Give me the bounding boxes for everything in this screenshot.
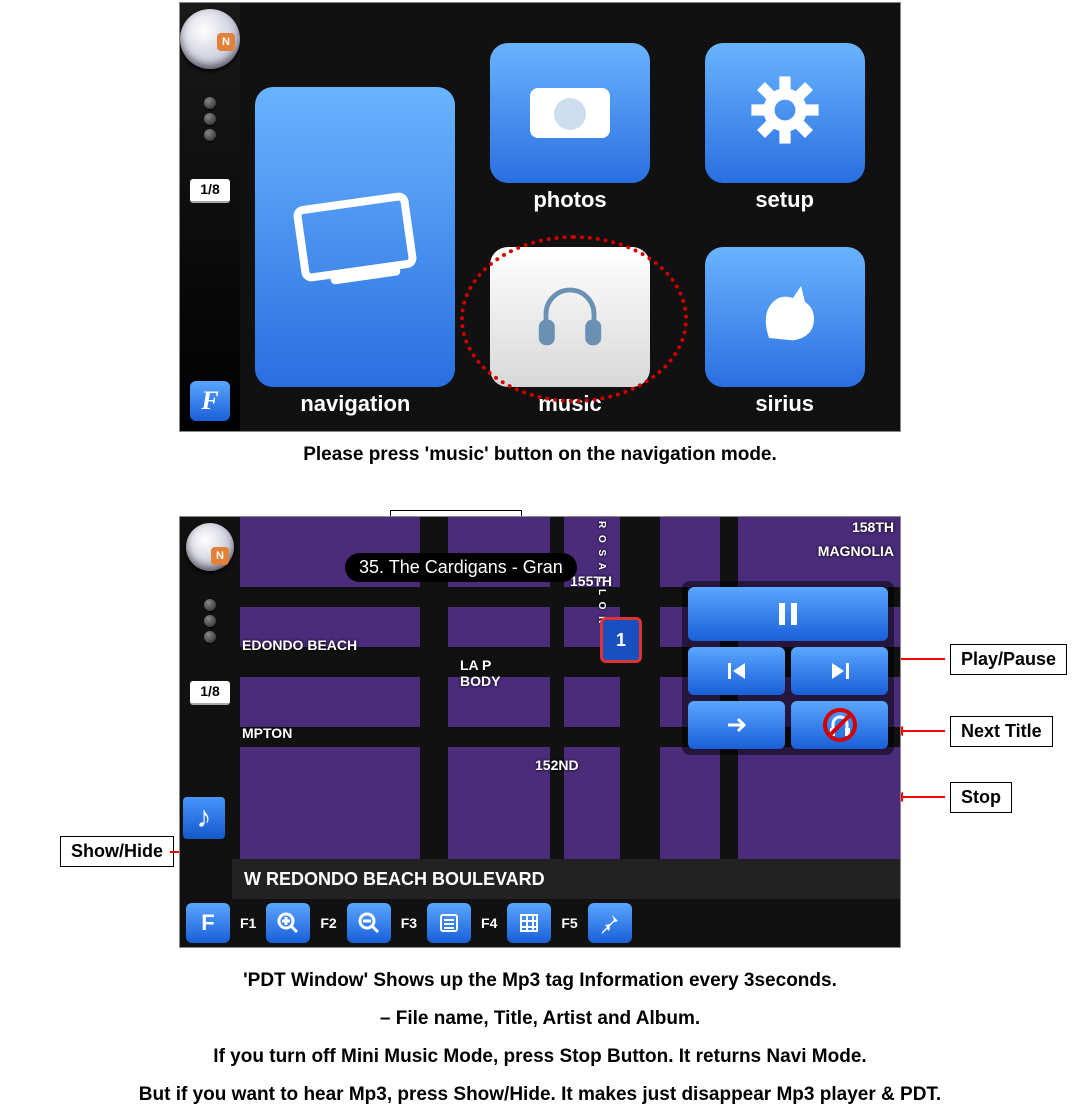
show-hide-button[interactable]: ♪: [183, 797, 225, 839]
nav-device-icon: [293, 191, 418, 282]
gear-icon: [745, 70, 825, 156]
photos-tile[interactable]: photos: [469, 21, 672, 213]
arrow-next: [895, 730, 945, 732]
music-tile[interactable]: music: [469, 225, 672, 417]
next-button[interactable]: [791, 647, 888, 695]
sidebar-dots: [204, 97, 216, 141]
menu-screenshot: 1/8 F navigation photos setup: [179, 2, 901, 432]
main-menu: navigation photos setup music: [240, 3, 900, 431]
tile-label: setup: [755, 187, 814, 213]
compass-icon[interactable]: [186, 523, 234, 571]
map-label: R O S A L L O N: [596, 521, 607, 625]
pin-button[interactable]: [588, 903, 632, 943]
sirius-dog-icon: [745, 274, 825, 360]
play-pause-button[interactable]: [688, 587, 888, 641]
fkey-label: F2: [320, 915, 336, 931]
setup-tile[interactable]: setup: [683, 21, 886, 213]
tile-label: photos: [533, 187, 606, 213]
sirius-tile[interactable]: sirius: [683, 225, 886, 417]
sidebar-dots: [204, 599, 216, 643]
desc-line: If you turn off Mini Music Mode, press S…: [0, 1038, 1080, 1076]
desc-line: 'PDT Window' Shows up the Mp3 tag Inform…: [0, 962, 1080, 1000]
map-label: MPTON: [242, 725, 292, 741]
tile-label: sirius: [755, 391, 814, 417]
caption-1: Please press 'music' button on the navig…: [0, 444, 1080, 466]
f-button[interactable]: F: [190, 381, 230, 421]
description: 'PDT Window' Shows up the Mp3 tag Inform…: [0, 962, 1080, 1114]
previous-button[interactable]: [688, 647, 785, 695]
fkey-label: F4: [481, 915, 497, 931]
stop-button[interactable]: [791, 701, 888, 749]
arrow-stop: [895, 796, 945, 798]
map-label: LA P BODY: [460, 657, 500, 689]
zoom-out-button[interactable]: [347, 903, 391, 943]
zoom-in-button[interactable]: [266, 903, 310, 943]
fkey-label: F5: [561, 915, 577, 931]
callout-next: Next Title: [950, 716, 1053, 747]
desc-line: But if you want to hear Mp3, press Show/…: [0, 1076, 1080, 1114]
map-label: 152ND: [535, 757, 579, 773]
street-name: W REDONDO BEACH BOULEVARD: [232, 859, 900, 899]
sidebar: 1/8 F: [180, 3, 240, 431]
desc-line: – File name, Title, Artist and Album.: [0, 1000, 1080, 1038]
highway-sign: 1: [600, 617, 642, 663]
compass-icon[interactable]: [180, 9, 240, 69]
sidebar: 1/8: [180, 517, 240, 947]
scale-fraction[interactable]: 1/8: [190, 179, 230, 203]
toolbar: F F1 F2 F3 F4 F5: [180, 899, 900, 947]
tile-label: music: [538, 391, 602, 417]
headphones-icon: [530, 274, 610, 360]
callout-showhide: Show/Hide: [60, 836, 174, 867]
tile-label: navigation: [300, 391, 410, 417]
list-button[interactable]: [427, 903, 471, 943]
mini-music-player: [682, 581, 894, 755]
fkey-label: F3: [401, 915, 417, 931]
repeat-button[interactable]: [688, 701, 785, 749]
f-button[interactable]: F: [186, 903, 230, 943]
callout-playpause: Play/Pause: [950, 644, 1067, 675]
callout-stop: Stop: [950, 782, 1012, 813]
grid-button[interactable]: [507, 903, 551, 943]
nav-screenshot: 1/8 158TH MAGNOLIA 155TH EDONDO BEACH MP…: [179, 516, 901, 948]
fkey-label: F1: [240, 915, 256, 931]
camera-icon: [530, 88, 610, 138]
map-label: 158TH: [852, 519, 894, 535]
map[interactable]: 158TH MAGNOLIA 155TH EDONDO BEACH MPTON …: [240, 517, 900, 859]
pdt-window: 35. The Cardigans - Gran: [345, 553, 577, 582]
map-label: EDONDO BEACH: [242, 637, 357, 653]
map-label: MAGNOLIA: [818, 543, 894, 559]
scale-fraction[interactable]: 1/8: [190, 681, 230, 705]
navigation-tile[interactable]: navigation: [254, 21, 457, 417]
